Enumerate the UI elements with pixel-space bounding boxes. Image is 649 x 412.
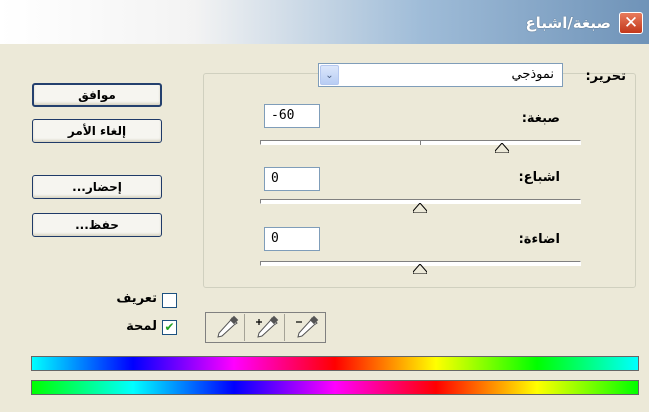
- chevron-down-icon[interactable]: ⌄: [320, 65, 339, 85]
- ok-button[interactable]: موافق: [32, 83, 162, 107]
- preview-label: لمحة: [126, 319, 157, 334]
- cancel-button[interactable]: إلغاء الأمر: [32, 119, 162, 143]
- saturation-slider-thumb[interactable]: [413, 203, 427, 213]
- load-button[interactable]: إحضار...: [32, 175, 162, 199]
- hue-slider-thumb[interactable]: [495, 143, 509, 153]
- saturation-label: اشباع:: [518, 170, 560, 185]
- hue-input[interactable]: -60: [264, 104, 320, 128]
- lightness-slider-thumb[interactable]: [413, 264, 427, 274]
- hue-center-tick: [420, 141, 421, 145]
- hue-label: صبغة:: [521, 111, 560, 126]
- eyedropper-minus-icon[interactable]: [287, 314, 325, 341]
- hue-slider-track[interactable]: [260, 140, 581, 145]
- close-icon[interactable]: ✕: [619, 12, 643, 34]
- source-color-spectrum: [31, 356, 639, 371]
- colorize-label: تعريف: [116, 291, 157, 306]
- saturation-input[interactable]: 0: [264, 167, 320, 191]
- preview-checkbox[interactable]: ✔: [162, 320, 177, 335]
- adjusted-color-spectrum: [31, 380, 639, 395]
- eyedropper-icon[interactable]: [207, 314, 245, 341]
- edit-label: تحرير:: [585, 69, 626, 84]
- edit-select[interactable]: ⌄ نموذجي: [318, 63, 563, 87]
- eyedropper-plus-icon[interactable]: [247, 314, 285, 341]
- lightness-input[interactable]: 0: [264, 227, 320, 251]
- window-title: صبغة/اشباع: [525, 14, 611, 32]
- eyedropper-toolbar: [205, 312, 326, 343]
- colorize-checkbox[interactable]: [162, 293, 177, 308]
- lightness-label: اضاءة:: [518, 232, 560, 247]
- save-button[interactable]: حفظ...: [32, 213, 162, 237]
- title-bar: صبغة/اشباع ✕: [0, 0, 649, 44]
- edit-select-value: نموذجي: [511, 67, 554, 82]
